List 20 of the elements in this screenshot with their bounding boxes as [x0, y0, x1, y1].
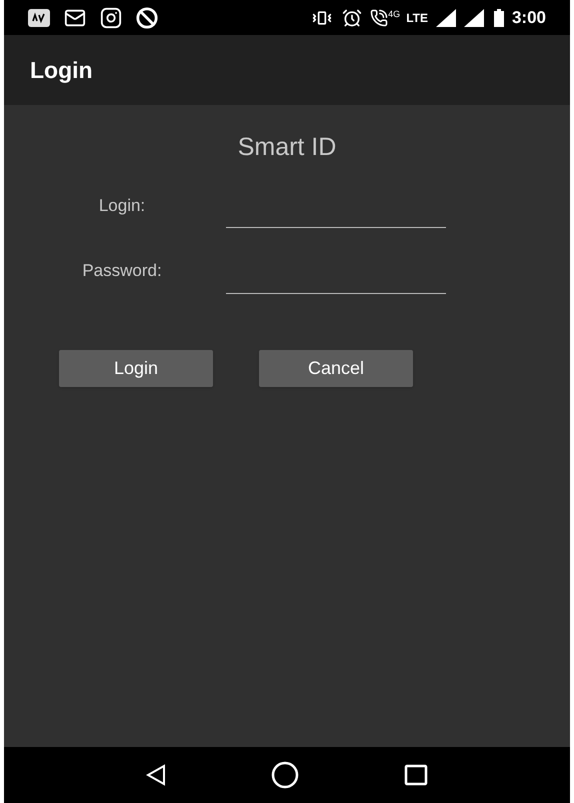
field-label: Password:: [82, 260, 162, 282]
home-icon[interactable]: [270, 761, 299, 789]
battery-icon: [494, 8, 504, 26]
field-label: Login:: [98, 194, 146, 216]
back-icon[interactable]: [146, 764, 166, 786]
recents-icon[interactable]: [404, 764, 428, 786]
camera-icon: [100, 6, 122, 28]
app-icon: [28, 8, 50, 26]
form-heading: Smart ID: [238, 132, 336, 163]
app-bar-title: Login: [30, 56, 93, 85]
signal-icon: [436, 8, 456, 26]
cancel-button[interactable]: Cancel: [259, 350, 413, 386]
blocked-icon: [136, 6, 158, 28]
lte-label: LTE: [406, 10, 428, 26]
phone-icon: [370, 8, 388, 26]
login-button[interactable]: Login: [59, 350, 213, 386]
alarm-icon: [342, 8, 362, 28]
clock-time: 3:00: [512, 6, 546, 29]
signal-icon: [464, 8, 484, 26]
network-label: 4G: [388, 8, 400, 21]
